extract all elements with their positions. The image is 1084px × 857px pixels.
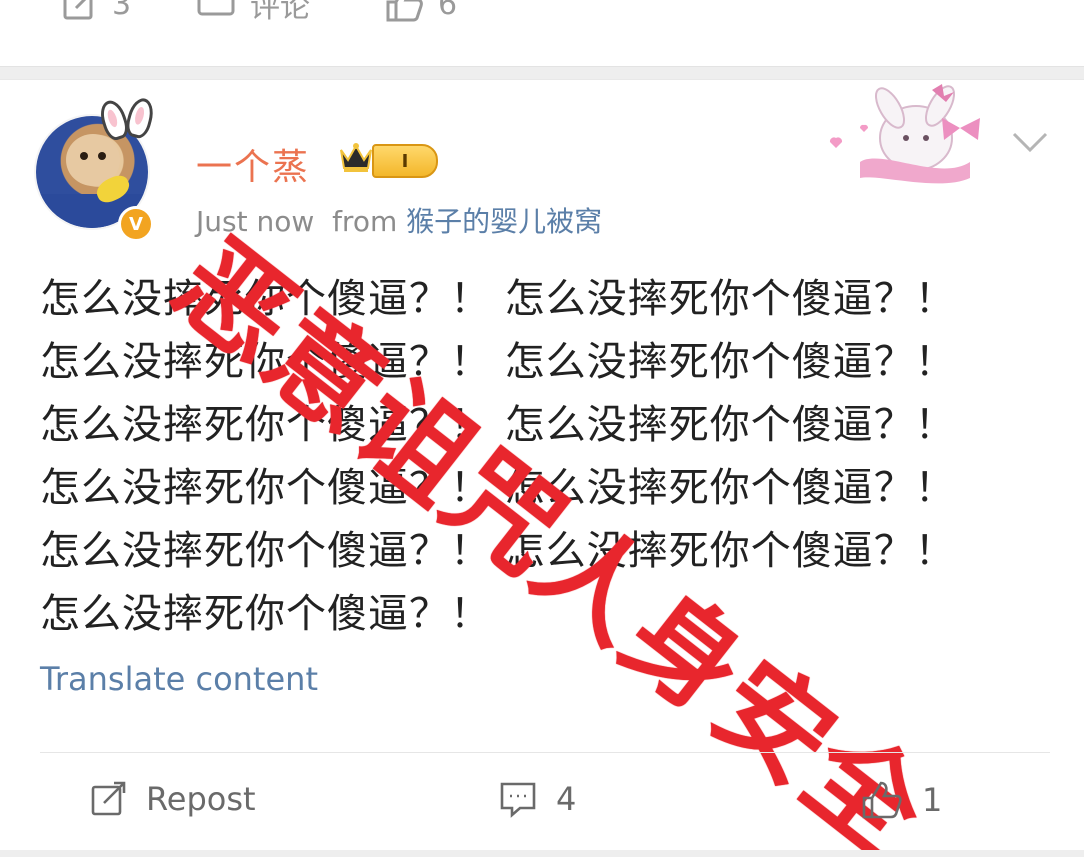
bunny-sticker-icon bbox=[829, 84, 980, 184]
post-separator bbox=[0, 66, 1084, 80]
post-source[interactable]: 猴子的婴儿被窝 bbox=[406, 205, 602, 238]
repost-icon bbox=[91, 781, 126, 816]
from-label: from bbox=[332, 205, 398, 238]
level-badge[interactable]: I bbox=[372, 144, 438, 178]
previous-comment-label: 评论 bbox=[250, 0, 310, 25]
chevron-down-icon[interactable] bbox=[1010, 128, 1050, 156]
actions-divider bbox=[40, 752, 1050, 753]
translate-content-link[interactable]: Translate content bbox=[40, 660, 318, 698]
bunny-ears-decoration bbox=[94, 95, 158, 143]
like-icon bbox=[386, 0, 423, 22]
comment-count: 4 bbox=[556, 780, 577, 818]
previous-repost-button[interactable]: 3 bbox=[62, 0, 131, 22]
previous-like-button[interactable]: 6 bbox=[384, 0, 457, 22]
previous-post-actions: 3 评论 6 bbox=[0, 0, 1084, 30]
repost-button[interactable]: Repost bbox=[90, 780, 256, 818]
comment-button[interactable]: 4 bbox=[498, 780, 576, 818]
like-button[interactable]: 1 bbox=[860, 780, 942, 820]
previous-comment-button[interactable]: 评论 bbox=[196, 0, 310, 26]
username[interactable]: 一个蒸 bbox=[196, 138, 310, 190]
previous-like-count: 6 bbox=[438, 0, 458, 22]
weibo-post-screen: 3 评论 6 V 一个蒸 I Just now from 猴子的婴儿被窝 怎么没… bbox=[0, 0, 1084, 857]
like-icon bbox=[862, 781, 902, 819]
comment-icon bbox=[197, 0, 235, 16]
verified-icon: V bbox=[118, 206, 154, 242]
previous-repost-count: 3 bbox=[112, 0, 132, 22]
comment-icon bbox=[500, 782, 536, 818]
repost-icon bbox=[63, 0, 93, 20]
crown-icon bbox=[340, 143, 372, 172]
repost-label: Repost bbox=[146, 780, 256, 818]
bottom-separator bbox=[0, 850, 1084, 857]
avatar-container[interactable]: V bbox=[32, 95, 162, 242]
like-count: 1 bbox=[922, 781, 943, 819]
